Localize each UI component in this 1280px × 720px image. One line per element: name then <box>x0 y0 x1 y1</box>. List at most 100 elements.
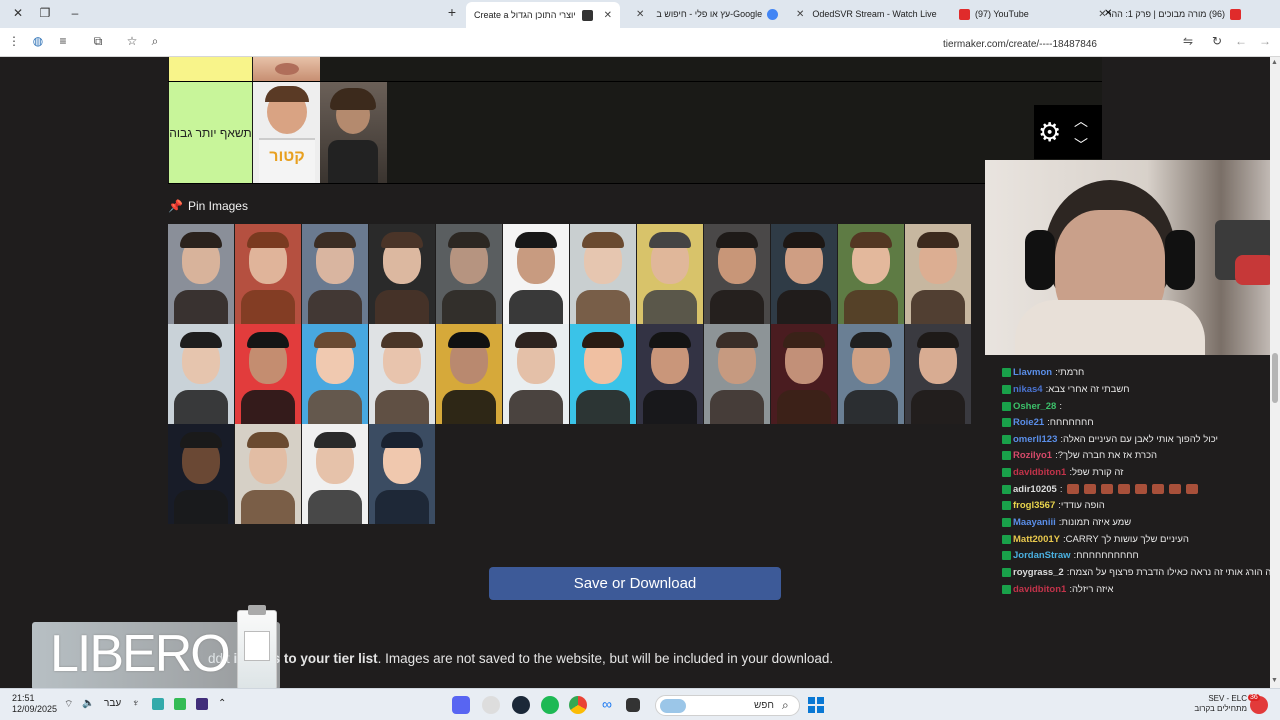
pin-image[interactable] <box>168 324 234 424</box>
pin-image[interactable] <box>235 224 301 324</box>
pin-image[interactable] <box>704 324 770 424</box>
chat-username[interactable]: davidbiton1 <box>1013 584 1066 595</box>
notification-icon[interactable]: 36 <box>1248 694 1268 714</box>
tab-youtube-episode[interactable]: (96) מורה מבוכים | פרק 1: ההר ✕ <box>1094 3 1254 25</box>
pin-image[interactable] <box>369 324 435 424</box>
gear-icon[interactable]: ⚙ <box>1038 117 1061 148</box>
scroll-down-icon[interactable]: ▼ <box>1271 677 1278 684</box>
reading-list-icon[interactable]: ≡ <box>55 34 71 48</box>
pin-image[interactable] <box>838 324 904 424</box>
steam-icon[interactable] <box>512 696 530 714</box>
tier-image[interactable] <box>320 82 387 183</box>
network-icon[interactable]: ⌔ <box>64 698 73 711</box>
tier-label-aim-higher[interactable]: תשאף יותר גבוה <box>169 82 252 183</box>
back-icon[interactable]: → <box>1257 34 1273 48</box>
reload-icon[interactable]: ↻ <box>1209 34 1225 48</box>
tab-google-search[interactable]: ✕ עץ או פלי - חיפוש ב-Google <box>622 3 780 25</box>
tab-tiermaker-active[interactable]: Create a דירוג יוצרי התוכן הגדול ✕ <box>466 2 620 28</box>
menu-dots-icon[interactable]: ⋮ <box>6 34 22 48</box>
restore-window-icon[interactable]: ❐ <box>37 6 53 20</box>
close-tab-icon[interactable]: ✕ <box>604 10 612 21</box>
url-text[interactable]: tiermaker.com/create/----18487846 <box>943 39 1097 50</box>
chat-username[interactable]: Matt2001Y <box>1013 534 1060 545</box>
chat-username[interactable]: Rozilyo1 <box>1013 450 1052 461</box>
bookmark-star-icon[interactable]: ☆ <box>124 34 140 48</box>
pin-image[interactable] <box>704 224 770 324</box>
chat-username[interactable]: Osher_28 <box>1013 401 1056 412</box>
chat-username[interactable]: Maayaniii <box>1013 517 1056 528</box>
chat-username[interactable]: adir10205 <box>1013 484 1057 495</box>
pin-image[interactable] <box>369 224 435 324</box>
tab-youtube[interactable]: (97) YouTube <box>946 3 1096 25</box>
profile-icon[interactable]: ◍ <box>30 34 46 48</box>
pin-image[interactable] <box>838 224 904 324</box>
extensions-icon[interactable]: ⧉ <box>90 34 106 49</box>
forward-icon[interactable]: ← <box>1233 34 1249 48</box>
scroll-up-icon[interactable]: ▲ <box>1271 59 1278 66</box>
chat-username[interactable]: frogl3567 <box>1013 500 1055 511</box>
pin-image[interactable] <box>503 324 569 424</box>
pin-image[interactable] <box>771 224 837 324</box>
pin-image[interactable] <box>771 324 837 424</box>
chevron-up-icon[interactable]: ︿ <box>1074 111 1088 131</box>
close-tab-icon[interactable]: ✕ <box>636 9 644 20</box>
tray-app-icon[interactable]: ♆ <box>132 698 140 709</box>
pin-image[interactable] <box>168 424 234 524</box>
chevron-down-icon[interactable]: ﹀ <box>1074 135 1088 155</box>
pin-image[interactable] <box>905 324 971 424</box>
weather-widget[interactable]: SEV - ELC מתחילים בקרוב <box>1182 694 1247 714</box>
scrollbar-thumb[interactable] <box>1272 353 1278 403</box>
zoom-icon[interactable]: ⌕ <box>147 34 163 49</box>
tray-kick-icon[interactable] <box>174 698 186 710</box>
windows-start-icon[interactable] <box>808 697 824 713</box>
chrome-icon[interactable] <box>569 696 587 714</box>
tray-app-icon[interactable] <box>196 698 208 710</box>
tier-image[interactable] <box>253 57 320 81</box>
tab-kick-stream[interactable]: ✕ OdedSVR Stream - Watch Live <box>782 3 942 25</box>
chat-username[interactable]: Roie21 <box>1013 417 1044 428</box>
taskview-icon[interactable] <box>626 698 640 712</box>
chat-username[interactable]: Llavmon <box>1013 367 1052 378</box>
spotify-icon[interactable] <box>541 696 559 714</box>
pin-image[interactable] <box>570 324 636 424</box>
new-tab-icon[interactable]: + <box>444 4 460 20</box>
taskbar-search[interactable]: חפש ⌕ <box>655 695 800 716</box>
pin-image[interactable] <box>235 424 301 524</box>
chat-username[interactable]: davidbiton1 <box>1013 467 1066 478</box>
close-tab-icon[interactable]: ✕ <box>796 9 804 20</box>
tier-label-top[interactable] <box>169 57 252 81</box>
pin-image[interactable] <box>302 324 368 424</box>
pin-image[interactable] <box>570 224 636 324</box>
pin-image[interactable] <box>637 324 703 424</box>
chat-username[interactable]: nikas4 <box>1013 384 1043 395</box>
pin-image[interactable] <box>637 224 703 324</box>
pin-image[interactable] <box>369 424 435 524</box>
close-window-icon[interactable]: ✕ <box>10 6 26 20</box>
meta-icon[interactable]: ∞ <box>598 696 616 714</box>
tray-overflow-icon[interactable]: ⌃ <box>218 698 226 709</box>
page-scrollbar[interactable]: ▲ ▼ <box>1270 57 1280 688</box>
pin-image[interactable] <box>436 324 502 424</box>
discord-icon[interactable] <box>452 696 470 714</box>
chat-username[interactable]: omerll123 <box>1013 434 1057 445</box>
address-bar[interactable]: ☆ ⌕ tiermaker.com/create/----18487846 ⇋ <box>120 31 1202 54</box>
chat-username[interactable]: JordanStraw <box>1013 550 1071 561</box>
tray-app-icon[interactable] <box>152 698 164 710</box>
minimize-window-icon[interactable]: – <box>67 6 83 20</box>
close-tab-icon[interactable]: ✕ <box>1104 8 1112 19</box>
clock[interactable]: 21:51 12/09/2025 <box>12 693 57 715</box>
pin-image[interactable] <box>168 224 234 324</box>
save-or-download-button[interactable]: Save or Download <box>489 567 781 600</box>
tier-image[interactable]: קטור <box>253 82 320 183</box>
volume-icon[interactable]: 🔈 <box>82 698 94 709</box>
pin-image[interactable] <box>302 424 368 524</box>
chat-username[interactable]: roygrass_2 <box>1013 567 1064 578</box>
pin-image[interactable] <box>503 224 569 324</box>
pin-image[interactable] <box>302 224 368 324</box>
app-icon[interactable] <box>482 696 500 714</box>
pin-image[interactable] <box>436 224 502 324</box>
pin-image[interactable] <box>235 324 301 424</box>
site-settings-icon[interactable]: ⇋ <box>1180 34 1196 48</box>
pin-image[interactable] <box>905 224 971 324</box>
input-language[interactable]: עבר <box>104 698 121 709</box>
